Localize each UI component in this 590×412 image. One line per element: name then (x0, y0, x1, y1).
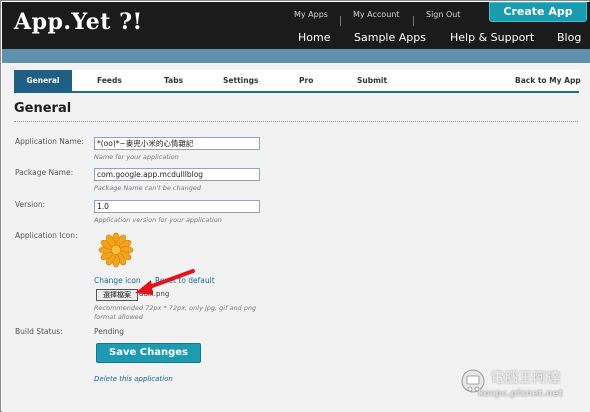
choose-file-button[interactable]: 選擇檔案 (96, 289, 138, 301)
app-name-input[interactable]: *(oo)*~麥兜小米的心情雜記 (94, 137, 260, 150)
nav-blog[interactable]: Blog (557, 31, 581, 44)
icon-actions: Change icon Reset to default (94, 276, 215, 285)
tab-feeds[interactable]: Feeds (97, 76, 122, 85)
version-hint: Application version for your application (94, 216, 222, 224)
package-name-label: Package Name: (15, 168, 74, 177)
divider (14, 121, 578, 122)
version-input[interactable]: 1.0 (94, 200, 260, 213)
selected-file-name: dulll.png (139, 290, 170, 298)
site-logo[interactable]: App.Yet ?! (14, 9, 143, 35)
tab-settings[interactable]: Settings (223, 76, 258, 85)
change-icon-link[interactable]: Change icon (94, 276, 141, 285)
package-name-input[interactable]: com.google.app.mcdulllblog (94, 168, 260, 181)
save-changes-button[interactable]: Save Changes (96, 343, 201, 363)
app-name-hint: Name for your application (94, 153, 179, 161)
app-icon-label: Application Icon: (15, 231, 78, 240)
separator (413, 16, 414, 26)
separator (340, 16, 341, 26)
nav-sample-apps[interactable]: Sample Apps (354, 31, 426, 44)
build-status-label: Build Status: (15, 327, 63, 336)
main-content: General Feeds Tabs Settings Pro Submit B… (2, 63, 590, 412)
site-header: App.Yet ?! My Apps My Account Sign Out C… (2, 2, 590, 49)
tab-bar: General Feeds Tabs Settings Pro Submit B… (14, 70, 581, 93)
nav-home[interactable]: Home (298, 31, 330, 44)
sign-out-link[interactable]: Sign Out (426, 10, 461, 19)
watermark-url: kocpc.pixnet.net (478, 389, 563, 399)
nav-help-support[interactable]: Help & Support (450, 31, 534, 44)
app-name-label: Application Name: (15, 137, 84, 146)
icon-format-hint: Recommended 72px * 72px, only jpg, gif a… (94, 304, 257, 321)
tab-general[interactable]: General (14, 70, 72, 93)
back-to-app-link[interactable]: Back to My App (515, 76, 581, 85)
delete-app-link[interactable]: Delete this application (94, 375, 173, 383)
page-title: General (14, 101, 72, 116)
header-strip (2, 49, 590, 63)
app-icon-preview (98, 232, 134, 268)
my-apps-link[interactable]: My Apps (294, 10, 328, 19)
build-status-value: Pending (94, 327, 124, 336)
tab-tabs[interactable]: Tabs (164, 76, 183, 85)
tab-submit[interactable]: Submit (357, 76, 387, 85)
my-account-link[interactable]: My Account (353, 10, 399, 19)
app-frame: App.Yet ?! My Apps My Account Sign Out C… (0, 0, 590, 412)
package-name-hint: Package Name can't be changed (94, 184, 201, 192)
version-label: Version: (15, 200, 46, 209)
reset-default-link[interactable]: Reset to default (155, 276, 215, 285)
watermark-title: 電腦王阿達 (491, 371, 562, 386)
create-app-button[interactable]: Create App (489, 2, 587, 22)
tab-pro[interactable]: Pro (299, 76, 313, 85)
